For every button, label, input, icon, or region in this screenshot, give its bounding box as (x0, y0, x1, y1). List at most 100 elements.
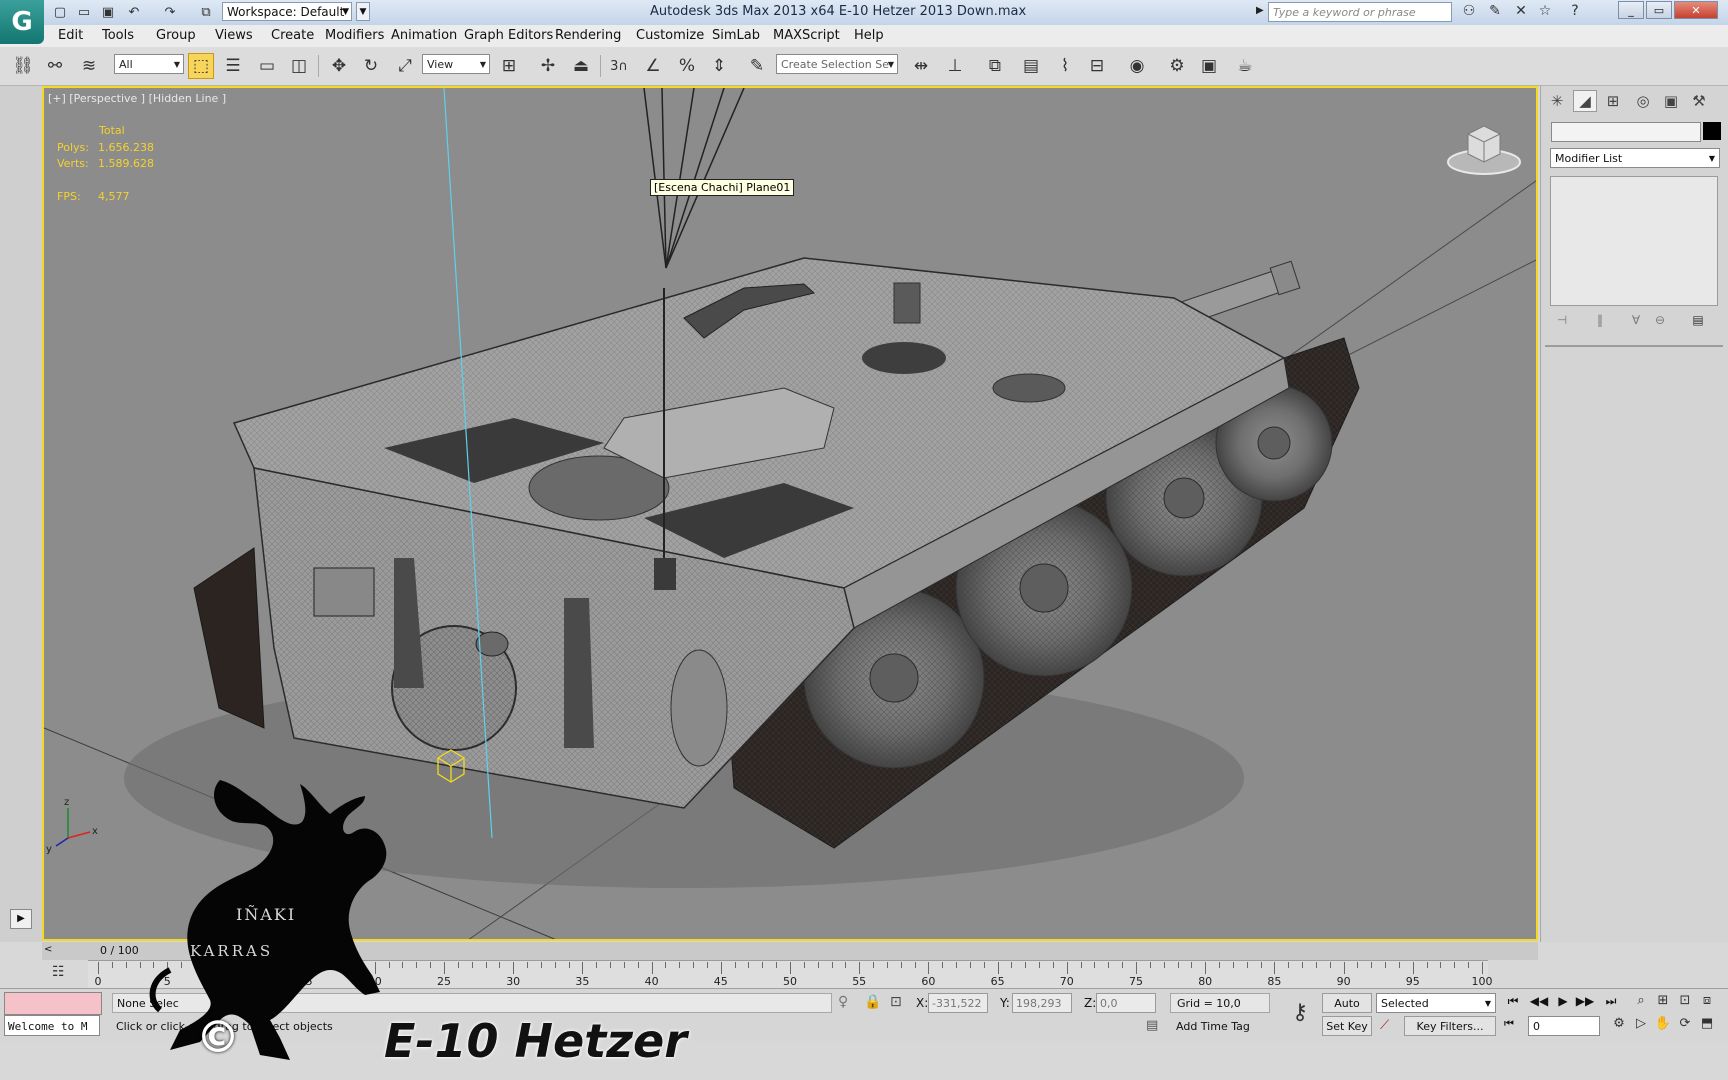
rectangular-selection-icon[interactable]: ▭ (254, 53, 280, 79)
select-object-icon[interactable]: ⬚ (188, 53, 214, 79)
menu-graph-editors[interactable]: Graph Editors (464, 28, 553, 43)
select-and-rotate-icon[interactable]: ↻ (358, 53, 384, 79)
zoom-icon[interactable]: ⌕ (1630, 993, 1652, 1013)
schematic-view-icon[interactable]: ⊟ (1084, 53, 1110, 79)
render-setup-icon[interactable]: ⚙ (1164, 53, 1190, 79)
orbit-icon[interactable]: ⟳ (1674, 1016, 1696, 1036)
modifier-list-dropdown[interactable]: Modifier List ▼ (1550, 148, 1720, 168)
close-button[interactable]: ✕ (1674, 1, 1718, 19)
object-color-swatch[interactable] (1703, 122, 1721, 140)
default-tangent-icon[interactable]: ⟋ (1380, 1018, 1389, 1033)
menu-animation[interactable]: Animation (391, 28, 457, 43)
set-keys-key-icon[interactable]: ⚷ (1284, 1000, 1316, 1026)
time-slider-readout[interactable]: 0 / 100 (100, 944, 139, 957)
hierarchy-tab-icon[interactable]: ⊞ (1601, 90, 1625, 112)
redo-icon[interactable]: ↷ (160, 3, 180, 21)
coord-x-field[interactable]: -331,522 (928, 993, 988, 1013)
selection-lock-icon[interactable]: 🔒 (864, 994, 881, 1010)
unlink-icon[interactable]: ⚯ (42, 53, 68, 79)
slider-prev-icon[interactable]: < (44, 944, 52, 955)
workspace-menu-button[interactable]: ▼ (356, 2, 370, 21)
maximize-button[interactable]: ▭ (1646, 1, 1672, 19)
communication-center-icon[interactable]: ✎ (1484, 3, 1506, 22)
menu-edit[interactable]: Edit (58, 28, 83, 43)
project-folder-icon[interactable]: ⧉ (196, 3, 216, 21)
select-and-scale-icon[interactable]: ⤢ (392, 53, 418, 79)
rendered-frame-window-icon[interactable]: ▣ (1196, 53, 1222, 79)
previous-frame-icon[interactable]: ◀◀ (1528, 994, 1550, 1012)
field-of-view-icon[interactable]: ▷ (1630, 1016, 1652, 1036)
object-name-field[interactable] (1551, 122, 1701, 142)
align-icon[interactable]: ⊥ (942, 53, 968, 79)
render-production-icon[interactable]: ☕ (1232, 53, 1258, 79)
workspace-dropdown[interactable]: Workspace: Default ▼ (222, 2, 352, 21)
play-animation-icon[interactable]: ▶ (1552, 994, 1574, 1012)
maximize-viewport-icon[interactable]: ⬒ (1696, 1016, 1718, 1036)
select-and-link-icon[interactable]: ⛓ (10, 53, 36, 79)
expand-track-bar-button[interactable]: ▶ (10, 909, 32, 929)
remove-modifier-icon[interactable]: ⊖ (1650, 313, 1670, 331)
snaps-toggle-icon[interactable]: 3 ∩ (606, 53, 632, 79)
menu-tools[interactable]: Tools (102, 28, 134, 43)
layer-manager-icon[interactable]: ⧉ (982, 53, 1008, 79)
material-editor-icon[interactable]: ◉ (1124, 53, 1150, 79)
save-icon[interactable]: ▣ (98, 3, 118, 21)
auto-key-button[interactable]: Auto Key (1322, 993, 1372, 1030)
maxscript-mini-listener-input[interactable] (4, 992, 102, 1015)
set-key-button[interactable]: Set Key (1322, 1016, 1372, 1036)
spinner-snap-icon[interactable]: ⇕ (706, 53, 732, 79)
minimize-button[interactable]: _ (1618, 1, 1644, 19)
mirror-icon[interactable]: ⇹ (908, 53, 934, 79)
menu-maxscript[interactable]: MAXScript (773, 28, 840, 43)
configure-modifier-sets-icon[interactable]: ▤ (1688, 313, 1708, 331)
favorites-star-icon[interactable]: ☆ (1534, 3, 1556, 22)
edit-named-selection-icon[interactable]: ✎ (744, 53, 770, 79)
menu-simlab[interactable]: SimLab (712, 28, 760, 43)
key-mode-toggle-icon[interactable]: ⏮ (1504, 1017, 1514, 1031)
current-frame-field[interactable]: 0 (1528, 1016, 1600, 1036)
motion-tab-icon[interactable]: ◎ (1631, 90, 1655, 112)
menu-create[interactable]: Create (271, 28, 314, 43)
go-to-start-icon[interactable]: ⏮ (1502, 994, 1524, 1012)
key-filters-button[interactable]: Key Filters... (1404, 1016, 1496, 1036)
isolate-selection-icon[interactable]: ♀ (838, 994, 848, 1010)
coord-y-field[interactable]: 198,293 (1012, 993, 1072, 1013)
open-file-icon[interactable]: ▭ (74, 3, 94, 21)
named-selection-sets-dropdown[interactable]: Create Selection Se ▼ (776, 54, 898, 74)
add-time-tag-button[interactable]: Add Time Tag (1170, 1017, 1276, 1037)
next-frame-icon[interactable]: ▶▶ (1574, 994, 1596, 1012)
angle-snap-icon[interactable]: ∠ (640, 53, 666, 79)
time-tag-icon[interactable]: ▤ (1146, 1018, 1158, 1033)
utilities-tab-icon[interactable]: ⚒ (1687, 90, 1711, 112)
select-and-move-icon[interactable]: ✥ (326, 53, 352, 79)
modify-tab-icon[interactable]: ◢ (1573, 90, 1597, 112)
zoom-all-icon[interactable]: ⊞ (1652, 993, 1674, 1013)
time-configuration-icon[interactable]: ⚙ (1608, 1016, 1630, 1036)
menu-help[interactable]: Help (854, 28, 884, 43)
select-by-name-icon[interactable]: ☰ (220, 53, 246, 79)
modifier-stack[interactable] (1550, 176, 1718, 306)
help-icon[interactable]: ? (1564, 3, 1586, 22)
show-end-result-icon[interactable]: ‖ (1590, 313, 1610, 331)
coord-z-field[interactable]: 0,0 (1096, 993, 1156, 1013)
zoom-extents-all-icon[interactable]: ⧈ (1696, 993, 1718, 1013)
create-tab-icon[interactable]: ✳ (1545, 90, 1569, 112)
window-crossing-icon[interactable]: ◫ (286, 53, 312, 79)
viewport-label-menu[interactable]: [+] [Perspective ] [Hidden Line ] (48, 92, 226, 105)
help-search-input[interactable]: Type a keyword or phrase (1268, 2, 1452, 22)
menu-views[interactable]: Views (215, 28, 253, 43)
percent-snap-icon[interactable]: % (674, 53, 700, 79)
curve-editor-icon[interactable]: ⌇ (1052, 53, 1078, 79)
select-manipulate-icon[interactable]: ✢ (535, 53, 561, 79)
pivot-center-icon[interactable]: ⊞ (496, 53, 522, 79)
maxscript-listener-output[interactable]: Welcome to M (4, 1015, 100, 1036)
menu-customize[interactable]: Customize (636, 28, 704, 43)
selection-filter-dropdown[interactable]: All ▼ (114, 54, 184, 74)
menu-rendering[interactable]: Rendering (555, 28, 621, 43)
mini-curve-editor-icon[interactable]: ☷ (52, 964, 74, 984)
make-unique-icon[interactable]: ∀ (1626, 313, 1646, 331)
pan-view-icon[interactable]: ✋ (1652, 1016, 1674, 1036)
menu-modifiers[interactable]: Modifiers (325, 28, 384, 43)
menu-group[interactable]: Group (156, 28, 196, 43)
zoom-extents-icon[interactable]: ⊡ (1674, 993, 1696, 1013)
